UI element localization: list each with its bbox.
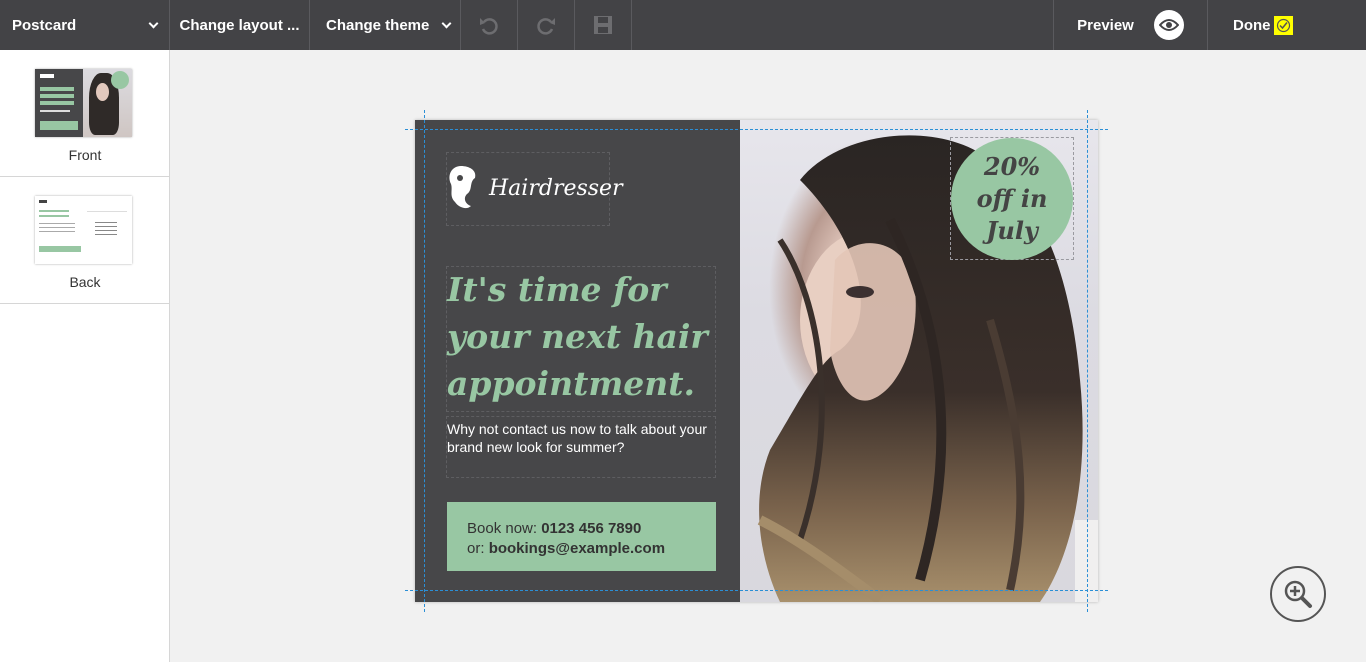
postcard-text-panel: Hairdresser It's time for your next hair… <box>415 120 740 602</box>
change-layout-button[interactable]: Change layout ... <box>170 0 310 50</box>
headline-line: appointment. <box>447 364 695 403</box>
bleed-guide-bottom <box>405 590 1108 591</box>
headline-line: It's time for <box>447 270 667 309</box>
change-theme-dropdown[interactable]: Change theme <box>310 0 461 50</box>
done-label: Done <box>1233 16 1271 34</box>
save-button[interactable] <box>575 0 632 50</box>
logo[interactable]: Hairdresser <box>447 164 623 212</box>
toolbar: Postcard Change layout ... Change theme … <box>0 0 1366 50</box>
change-theme-label: Change theme <box>326 16 430 34</box>
design-canvas: Hairdresser It's time for your next hair… <box>171 50 1366 662</box>
bleed-guide-right <box>1087 110 1088 612</box>
booking-email: bookings@example.com <box>488 540 666 557</box>
badge-line: off in <box>976 184 1048 213</box>
back-thumbnail-image <box>35 196 132 264</box>
headline-line: your next hair <box>447 317 708 356</box>
page-label-front: Front <box>68 147 102 163</box>
bleed-guide-top <box>405 129 1108 130</box>
done-button[interactable]: Done <box>1208 0 1366 50</box>
zoom-button[interactable] <box>1270 566 1326 622</box>
chevron-down-icon <box>441 18 452 28</box>
logo-text: Hairdresser <box>489 175 623 201</box>
hairdresser-logo-icon <box>449 166 476 209</box>
save-icon <box>594 16 612 34</box>
postcard-front: Hairdresser It's time for your next hair… <box>415 120 1098 602</box>
booking-or: or: <box>467 540 489 557</box>
front-thumbnail-image <box>35 69 132 137</box>
badge-line: July <box>986 216 1038 245</box>
badge-line: 20% <box>983 152 1041 181</box>
bleed-guide-left <box>424 110 425 612</box>
toolbar-spacer <box>632 0 1054 50</box>
page-thumbnail-back[interactable]: Back <box>0 177 169 304</box>
preview-label: Preview <box>1077 16 1134 34</box>
subtext[interactable]: Why not contact us now to talk about you… <box>447 420 707 456</box>
eye-icon <box>1153 10 1184 40</box>
zoom-in-icon <box>1284 580 1312 608</box>
booking-label: Book now: <box>467 520 542 537</box>
booking-phone: 0123 456 7890 <box>541 520 642 537</box>
redo-button[interactable] <box>518 0 575 50</box>
postcard-photo[interactable]: 20% off in July <box>740 120 1098 602</box>
booking-box[interactable]: Book now: 0123 456 7890 or: bookings@exa… <box>447 502 716 571</box>
change-layout-label: Change layout ... <box>179 16 300 34</box>
document-type-dropdown[interactable]: Postcard <box>0 0 170 50</box>
redo-icon <box>537 18 555 35</box>
document-type-label: Postcard <box>12 16 77 34</box>
headline[interactable]: It's time for your next hair appointment… <box>447 266 727 407</box>
undo-icon <box>480 18 498 35</box>
page-sidebar: Front Back <box>0 50 170 662</box>
page-label-back: Back <box>69 274 101 290</box>
preview-button[interactable]: Preview <box>1054 0 1208 50</box>
booking-phone-line: Book now: 0123 456 7890 <box>467 519 696 539</box>
checkmark-icon <box>1273 15 1293 35</box>
chevron-down-icon <box>148 18 159 28</box>
booking-email-line: or: bookings@example.com <box>467 539 696 559</box>
page-thumbnail-front[interactable]: Front <box>0 50 169 177</box>
undo-button[interactable] <box>461 0 518 50</box>
discount-badge[interactable]: 20% off in July <box>951 138 1073 260</box>
